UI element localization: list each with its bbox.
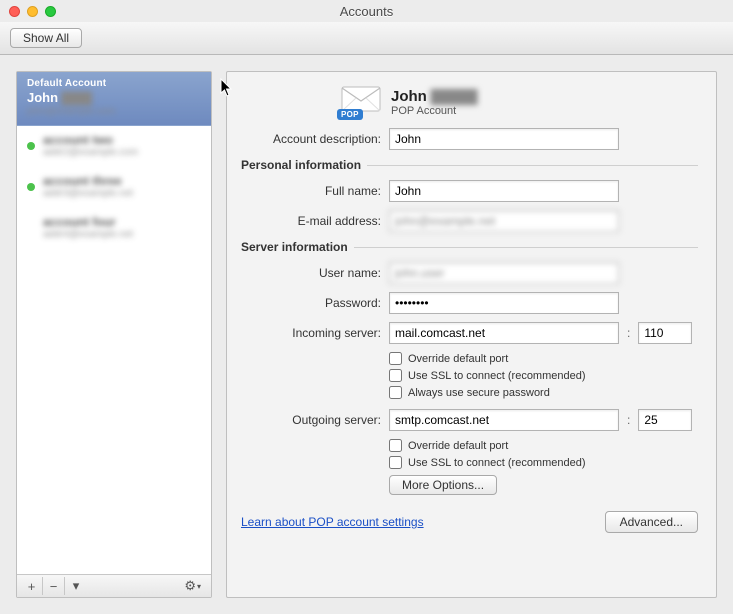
sidebar-toolbar: + − ▾ ⚙▾	[17, 574, 211, 597]
label-outgoing-server: Outgoing server:	[241, 413, 389, 427]
incoming-secure-password-checkbox[interactable]	[389, 386, 402, 399]
full-name-input[interactable]	[389, 180, 619, 202]
port-separator: :	[625, 326, 632, 340]
label-incoming-server: Incoming server:	[241, 326, 389, 340]
label-password: Password:	[241, 296, 389, 310]
row-outgoing-override: Override default port	[389, 439, 698, 452]
zoom-window-button[interactable]	[45, 6, 56, 17]
account-header-type: POP Account	[391, 105, 477, 117]
row-full-name: Full name:	[241, 180, 698, 202]
row-incoming-override: Override default port	[389, 352, 698, 365]
section-server-info: Server information	[241, 240, 698, 254]
label-use-ssl-out: Use SSL to connect (recommended)	[408, 457, 586, 469]
outgoing-port-input[interactable]	[638, 409, 692, 431]
account-header-name: John ▇▇▇▇	[391, 87, 477, 105]
row-incoming-ssl: Use SSL to connect (recommended)	[389, 369, 698, 382]
titlebar: Accounts	[0, 0, 733, 22]
incoming-port-input[interactable]	[638, 322, 692, 344]
default-account-label: Default Account	[27, 78, 201, 89]
advanced-button[interactable]: Advanced...	[605, 511, 698, 533]
label-use-ssl: Use SSL to connect (recommended)	[408, 370, 586, 382]
accounts-list[interactable]: Default Account John ▇▇▇ john@example.co…	[17, 72, 211, 574]
account-header: POP John ▇▇▇▇ POP Account	[341, 86, 698, 118]
account-email: addr2@example.com	[43, 147, 138, 158]
gear-icon: ⚙	[184, 578, 196, 594]
user-name-input[interactable]	[389, 262, 619, 284]
incoming-server-input[interactable]	[389, 322, 619, 344]
status-dot-icon	[27, 142, 35, 150]
more-options-button[interactable]: More Options...	[389, 475, 497, 495]
row-password: Password:	[241, 292, 698, 314]
panel-footer: Learn about POP account settings Advance…	[241, 511, 698, 533]
show-all-button[interactable]: Show All	[10, 28, 82, 48]
account-details-panel: POP John ▇▇▇▇ POP Account Account descri…	[226, 71, 717, 598]
outgoing-server-input[interactable]	[389, 409, 619, 431]
minimize-window-button[interactable]	[27, 6, 38, 17]
row-user-name: User name:	[241, 262, 698, 284]
incoming-override-port-checkbox[interactable]	[389, 352, 402, 365]
label-full-name: Full name:	[241, 184, 389, 198]
row-incoming-secure-pass: Always use secure password	[389, 386, 698, 399]
port-separator: :	[625, 413, 632, 427]
label-account-description: Account description:	[241, 132, 389, 146]
outgoing-use-ssl-checkbox[interactable]	[389, 456, 402, 469]
pop-badge: POP	[337, 109, 363, 120]
account-email: john@example.com	[27, 106, 201, 117]
close-window-button[interactable]	[9, 6, 20, 17]
account-name: John ▇▇▇	[27, 90, 201, 106]
window-title: Accounts	[0, 4, 733, 19]
chevron-down-icon: ▾	[197, 582, 201, 591]
account-item[interactable]: account four addr4@example.net	[17, 208, 211, 249]
accounts-sidebar: Default Account John ▇▇▇ john@example.co…	[16, 71, 212, 598]
label-email: E-mail address:	[241, 214, 389, 228]
learn-pop-link[interactable]: Learn about POP account settings	[241, 515, 424, 529]
content-area: Default Account John ▇▇▇ john@example.co…	[0, 55, 733, 614]
row-account-description: Account description:	[241, 128, 698, 150]
account-email: addr3@example.net	[43, 188, 133, 199]
status-dot-icon	[27, 183, 35, 191]
row-outgoing-server: Outgoing server: :	[241, 409, 698, 431]
row-outgoing-ssl: Use SSL to connect (recommended)	[389, 456, 698, 469]
window-controls	[9, 6, 56, 17]
account-name: account two	[43, 133, 138, 147]
status-dot-icon	[27, 224, 35, 232]
label-override-port-out: Override default port	[408, 440, 508, 452]
account-description-input[interactable]	[389, 128, 619, 150]
account-name: account three	[43, 174, 133, 188]
account-item-selected[interactable]: Default Account John ▇▇▇ john@example.co…	[17, 72, 211, 126]
password-input[interactable]	[389, 292, 619, 314]
add-account-button[interactable]: +	[21, 577, 43, 595]
toolbar: Show All	[0, 22, 733, 55]
account-name: account four	[43, 215, 133, 229]
label-override-port: Override default port	[408, 353, 508, 365]
outgoing-override-port-checkbox[interactable]	[389, 439, 402, 452]
row-email: E-mail address:	[241, 210, 698, 232]
account-email: addr4@example.net	[43, 229, 133, 240]
remove-account-button[interactable]: −	[43, 577, 65, 595]
label-secure-pass: Always use secure password	[408, 387, 550, 399]
account-item[interactable]: account three addr3@example.net	[17, 167, 211, 208]
label-user-name: User name:	[241, 266, 389, 280]
accounts-window: Accounts Show All Default Account John ▇…	[0, 0, 733, 613]
mail-pop-icon: POP	[341, 86, 381, 118]
incoming-use-ssl-checkbox[interactable]	[389, 369, 402, 382]
row-incoming-server: Incoming server: :	[241, 322, 698, 344]
email-input[interactable]	[389, 210, 619, 232]
settings-gear-button[interactable]: ⚙▾	[178, 577, 207, 595]
section-personal-info: Personal information	[241, 158, 698, 172]
account-options-dropdown[interactable]: ▾	[65, 577, 87, 595]
account-item[interactable]: account two addr2@example.com	[17, 126, 211, 167]
